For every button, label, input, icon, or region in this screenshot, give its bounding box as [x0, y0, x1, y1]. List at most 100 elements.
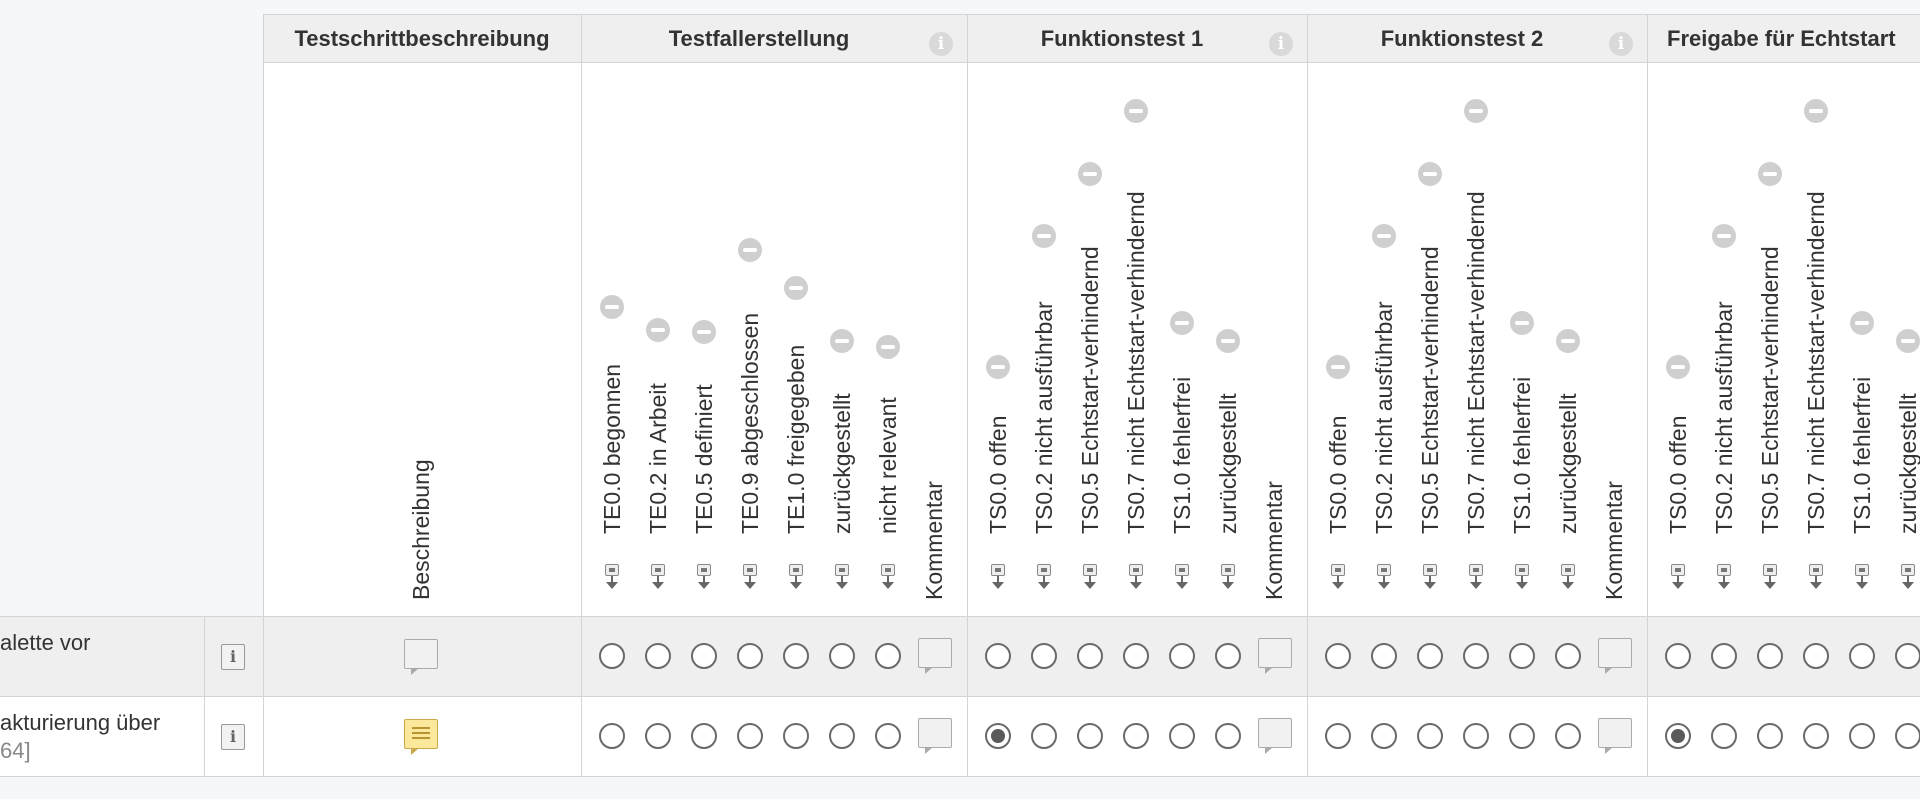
- column-header-ft1-6[interactable]: Kommentar: [1261, 481, 1287, 600]
- status-radio-ft1-5[interactable]: [1215, 723, 1241, 749]
- sort-down-icon[interactable]: [1806, 564, 1826, 590]
- sort-down-icon[interactable]: [1760, 564, 1780, 590]
- status-radio-ft2-5[interactable]: [1555, 723, 1581, 749]
- status-radio-ft2-1[interactable]: [1371, 723, 1397, 749]
- comment-bubble-icon[interactable]: [1258, 718, 1292, 754]
- status-radio-testfall-6[interactable]: [875, 643, 901, 669]
- comment-bubble-icon[interactable]: [918, 638, 952, 674]
- status-radio-echt-1[interactable]: [1711, 643, 1737, 669]
- minus-circle-icon[interactable]: [1666, 355, 1690, 379]
- column-header-beschreibung-0[interactable]: Beschreibung: [408, 459, 434, 600]
- status-radio-ft1-2[interactable]: [1077, 723, 1103, 749]
- sort-down-icon[interactable]: [602, 564, 622, 590]
- minus-circle-icon[interactable]: [646, 318, 670, 342]
- comment-bubble-icon[interactable]: [1598, 638, 1632, 674]
- sort-down-icon[interactable]: [648, 564, 668, 590]
- info-icon[interactable]: i: [1269, 32, 1293, 56]
- minus-circle-icon[interactable]: [692, 320, 716, 344]
- minus-circle-icon[interactable]: [1372, 224, 1396, 248]
- status-radio-ft1-0[interactable]: [985, 723, 1011, 749]
- status-radio-testfall-5[interactable]: [829, 723, 855, 749]
- column-header-ft1-1[interactable]: TS0.2 nicht ausführbar: [1031, 301, 1057, 534]
- info-icon[interactable]: i: [929, 32, 953, 56]
- status-radio-testfall-2[interactable]: [691, 723, 717, 749]
- status-radio-ft2-0[interactable]: [1325, 723, 1351, 749]
- column-header-ft2-1[interactable]: TS0.2 nicht ausführbar: [1371, 301, 1397, 534]
- minus-circle-icon[interactable]: [830, 329, 854, 353]
- column-header-ft1-3[interactable]: TS0.7 nicht Echtstart-verhindernd: [1123, 191, 1149, 534]
- column-header-testfall-1[interactable]: TE0.2 in Arbeit: [645, 383, 671, 534]
- status-radio-ft2-5[interactable]: [1555, 643, 1581, 669]
- column-header-ft1-0[interactable]: TS0.0 offen: [985, 416, 1011, 535]
- sort-down-icon[interactable]: [694, 564, 714, 590]
- minus-circle-icon[interactable]: [1326, 355, 1350, 379]
- minus-circle-icon[interactable]: [1418, 162, 1442, 186]
- minus-circle-icon[interactable]: [876, 335, 900, 359]
- minus-circle-icon[interactable]: [1032, 224, 1056, 248]
- status-radio-echt-2[interactable]: [1757, 643, 1783, 669]
- status-radio-testfall-1[interactable]: [645, 723, 671, 749]
- minus-circle-icon[interactable]: [1078, 162, 1102, 186]
- sort-down-icon[interactable]: [988, 564, 1008, 590]
- status-radio-echt-3[interactable]: [1803, 643, 1829, 669]
- minus-circle-icon[interactable]: [784, 276, 808, 300]
- column-header-testfall-3[interactable]: TE0.9 abgeschlossen: [737, 313, 763, 534]
- comment-bubble-icon[interactable]: [1258, 638, 1292, 674]
- column-header-testfall-0[interactable]: TE0.0 begonnen: [599, 364, 625, 534]
- status-radio-echt-2[interactable]: [1757, 723, 1783, 749]
- minus-circle-icon[interactable]: [1804, 99, 1828, 123]
- sort-down-icon[interactable]: [1466, 564, 1486, 590]
- status-radio-echt-4[interactable]: [1849, 643, 1875, 669]
- status-radio-testfall-1[interactable]: [645, 643, 671, 669]
- info-icon[interactable]: i: [1609, 32, 1633, 56]
- status-radio-ft1-2[interactable]: [1077, 643, 1103, 669]
- minus-circle-icon[interactable]: [1124, 99, 1148, 123]
- column-header-echt-4[interactable]: TS1.0 fehlerfrei: [1849, 377, 1875, 534]
- status-radio-echt-5[interactable]: [1895, 723, 1920, 749]
- status-radio-testfall-2[interactable]: [691, 643, 717, 669]
- status-radio-echt-1[interactable]: [1711, 723, 1737, 749]
- sort-down-icon[interactable]: [786, 564, 806, 590]
- description-comment-icon[interactable]: [404, 719, 438, 755]
- column-header-ft2-4[interactable]: TS1.0 fehlerfrei: [1509, 377, 1535, 534]
- minus-circle-icon[interactable]: [1758, 162, 1782, 186]
- sort-down-icon[interactable]: [1218, 564, 1238, 590]
- description-comment-icon[interactable]: [404, 639, 438, 675]
- status-radio-ft1-3[interactable]: [1123, 643, 1149, 669]
- status-radio-ft2-3[interactable]: [1463, 723, 1489, 749]
- status-radio-ft2-2[interactable]: [1417, 723, 1443, 749]
- minus-circle-icon[interactable]: [1510, 311, 1534, 335]
- status-radio-ft1-4[interactable]: [1169, 643, 1195, 669]
- column-header-echt-5[interactable]: zurückgestellt: [1895, 393, 1920, 534]
- column-header-echt-0[interactable]: TS0.0 offen: [1665, 416, 1691, 535]
- minus-circle-icon[interactable]: [1464, 99, 1488, 123]
- status-radio-ft2-1[interactable]: [1371, 643, 1397, 669]
- status-radio-testfall-0[interactable]: [599, 643, 625, 669]
- minus-circle-icon[interactable]: [1896, 329, 1920, 353]
- sort-down-icon[interactable]: [1512, 564, 1532, 590]
- status-radio-echt-0[interactable]: [1665, 723, 1691, 749]
- sort-down-icon[interactable]: [1898, 564, 1918, 590]
- document-info-icon[interactable]: i: [221, 724, 245, 750]
- status-radio-ft2-2[interactable]: [1417, 643, 1443, 669]
- column-header-ft2-6[interactable]: Kommentar: [1601, 481, 1627, 600]
- status-radio-ft1-3[interactable]: [1123, 723, 1149, 749]
- minus-circle-icon[interactable]: [1216, 329, 1240, 353]
- sort-down-icon[interactable]: [1558, 564, 1578, 590]
- minus-circle-icon[interactable]: [738, 238, 762, 262]
- minus-circle-icon[interactable]: [1712, 224, 1736, 248]
- status-radio-testfall-4[interactable]: [783, 643, 809, 669]
- column-header-ft2-3[interactable]: TS0.7 nicht Echtstart-verhindernd: [1463, 191, 1489, 534]
- status-radio-ft1-4[interactable]: [1169, 723, 1195, 749]
- sort-down-icon[interactable]: [1374, 564, 1394, 590]
- column-header-ft1-5[interactable]: zurückgestellt: [1215, 393, 1241, 534]
- column-header-ft2-5[interactable]: zurückgestellt: [1555, 393, 1581, 534]
- sort-down-icon[interactable]: [1668, 564, 1688, 590]
- status-radio-testfall-3[interactable]: [737, 643, 763, 669]
- minus-circle-icon[interactable]: [1170, 311, 1194, 335]
- column-header-echt-1[interactable]: TS0.2 nicht ausführbar: [1711, 301, 1737, 534]
- sort-down-icon[interactable]: [1172, 564, 1192, 590]
- status-radio-ft2-3[interactable]: [1463, 643, 1489, 669]
- column-header-testfall-5[interactable]: zurückgestellt: [829, 393, 855, 534]
- status-radio-testfall-6[interactable]: [875, 723, 901, 749]
